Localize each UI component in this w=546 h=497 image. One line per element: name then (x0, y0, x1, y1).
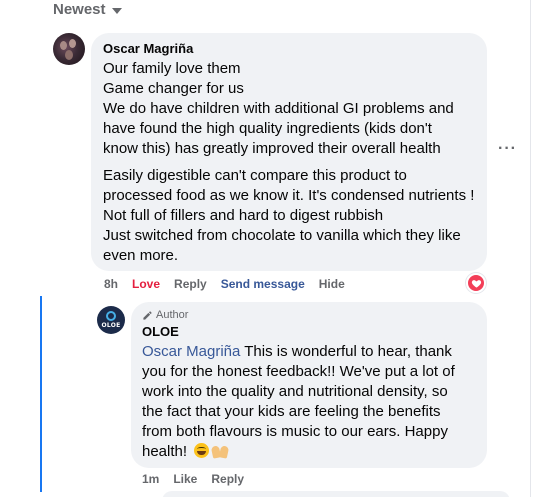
comment-line: Easily digestible can't compare this pro… (103, 167, 407, 184)
avatar[interactable]: OLOE (97, 306, 125, 334)
comment-timestamp[interactable]: 8h (104, 277, 118, 291)
reply-line: you for the honest feedback!! We've put … (142, 363, 455, 380)
chevron-down-icon (111, 7, 122, 14)
comment-author[interactable]: Oscar Magriña (103, 41, 475, 57)
author-badge: Author (142, 308, 476, 322)
like-button[interactable]: Like (173, 472, 197, 486)
reply-line: from both flavours is music to our ears.… (142, 423, 448, 440)
reply-button[interactable]: Reply (211, 472, 244, 486)
comment-line: processed food as we know it. It's conde… (103, 187, 475, 204)
heart-icon[interactable] (466, 273, 486, 293)
reply-line: work into the quality and nutritional de… (142, 383, 448, 400)
avatar-logo-text: OLOE (101, 322, 121, 329)
smiling-face-emoji (194, 443, 210, 458)
more-horizontal-icon[interactable]: ··· (498, 141, 517, 157)
comment-bubble: Oscar Magriña Our family love them Game … (91, 33, 487, 271)
comment-line: Just switched from chocolate to vanilla … (103, 227, 461, 244)
reply-text: Oscar Magriña This is wonderful to hear,… (142, 342, 476, 462)
logo-icon (106, 311, 116, 321)
next-comment-bubble (162, 491, 510, 497)
reply-timestamp[interactable]: 1m (142, 472, 159, 486)
comment-line: We do have children with additional GI p… (103, 100, 454, 117)
reply-line: the fact that your kids are feeling the … (142, 403, 441, 420)
pencil-icon (143, 310, 152, 320)
reply-line-text: health! (142, 443, 192, 460)
sort-dropdown[interactable]: Newest (53, 1, 122, 18)
reply-line-text: This is wonderful to hear, thank (240, 343, 452, 360)
send-message-button[interactable]: Send message (221, 277, 305, 291)
comment-line: even more. (103, 247, 179, 264)
comment-line: have found the high quality ingredients … (103, 120, 432, 137)
hide-button[interactable]: Hide (319, 277, 345, 291)
reply-actions: 1m Like Reply (142, 472, 244, 486)
comment-line: Game changer for us (103, 80, 244, 97)
comment-line: Our family love them (103, 60, 241, 77)
comment-text: Our family love them Game changer for us… (103, 59, 475, 266)
mention-link[interactable]: Oscar Magriña (142, 343, 240, 360)
sort-label: Newest (53, 1, 106, 18)
thread-line (40, 296, 42, 492)
love-button[interactable]: Love (132, 277, 160, 291)
raising-hands-emoji (211, 444, 230, 459)
reply-bubble: Author OLOE Oscar Magriña This is wonder… (131, 302, 487, 468)
reply-button[interactable]: Reply (174, 277, 207, 291)
comment-actions: 8h Love Reply Send message Hide (104, 277, 345, 291)
scroll-edge (530, 0, 546, 497)
reply-author[interactable]: OLOE (142, 324, 476, 340)
reply-line: health! (142, 442, 476, 462)
comment-line: Not full of fillers and hard to digest r… (103, 207, 384, 224)
author-badge-label: Author (156, 309, 189, 321)
reply-line: Oscar Magriña This is wonderful to hear,… (142, 342, 476, 362)
avatar[interactable] (53, 33, 85, 65)
comment-line: know this) has greatly improved their ov… (103, 140, 441, 157)
